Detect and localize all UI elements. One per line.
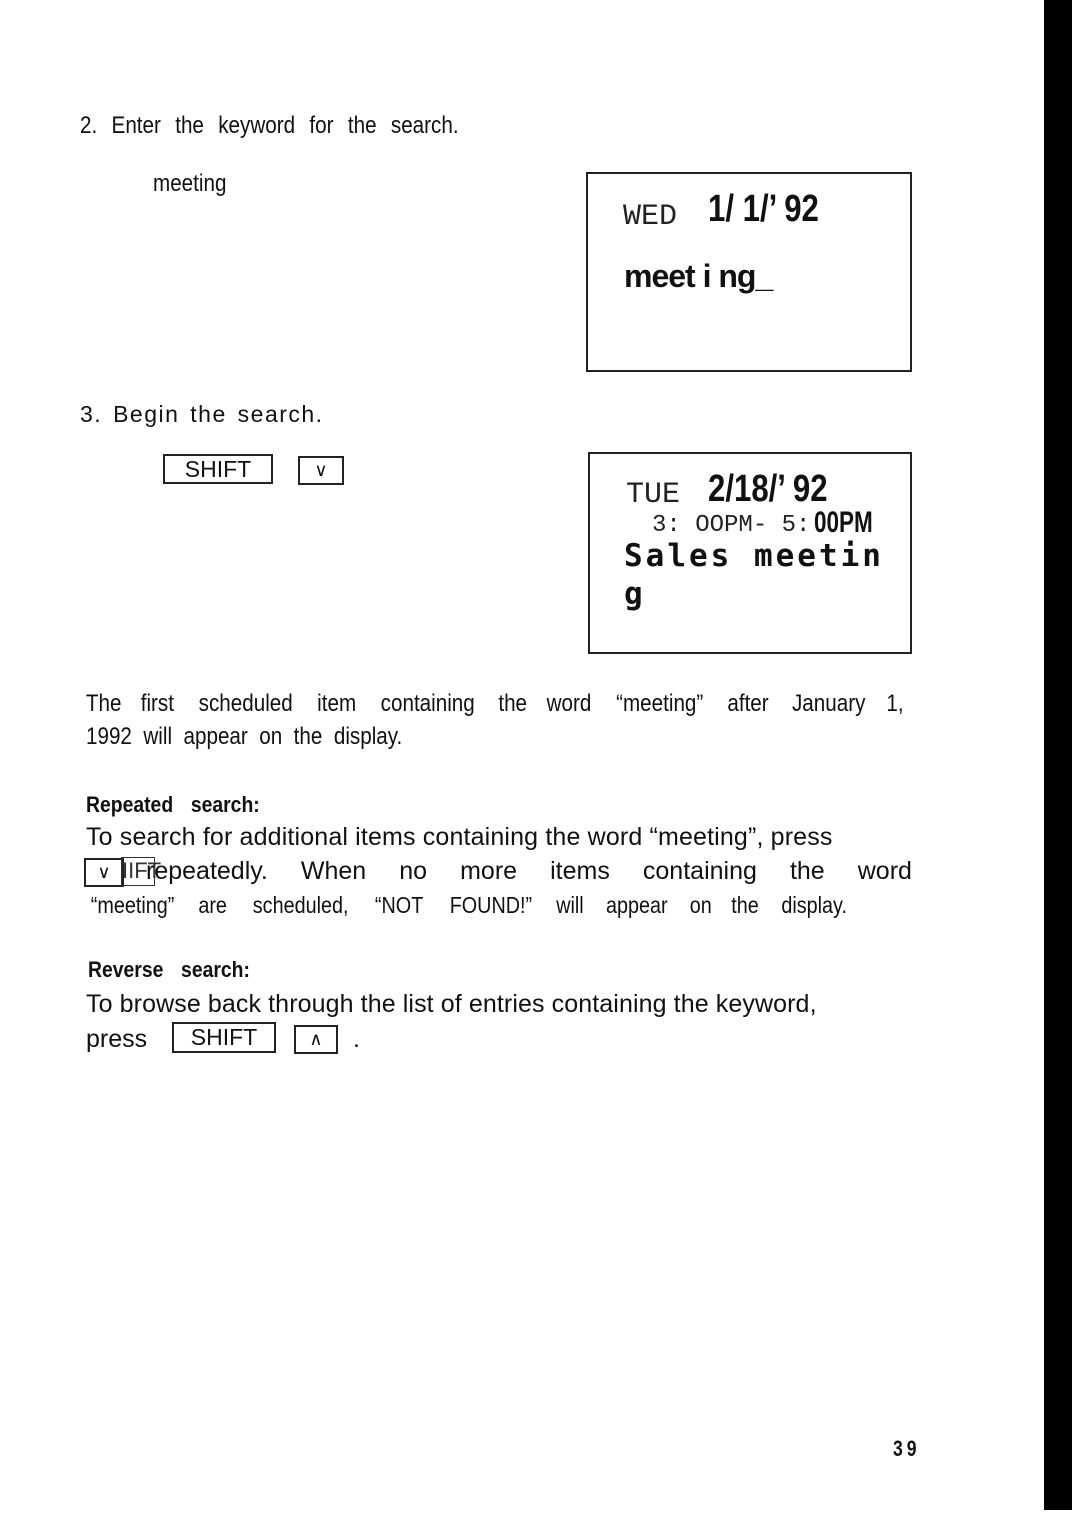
word: The: [85, 690, 122, 717]
lcd-date: 2/18/’ 92: [708, 468, 828, 510]
word: word: [857, 857, 912, 885]
shift-key-label: SHIFT: [184, 455, 252, 482]
description-line-1: The first scheduled item containing the …: [83, 690, 905, 718]
line-2-words: repeatedly. When no more items containin…: [146, 857, 912, 886]
down-arrow-icon: ∨: [314, 460, 328, 480]
page-edge-bar: [1044, 0, 1072, 1510]
down-arrow-icon: ∨: [97, 862, 111, 882]
word: 1,: [886, 690, 904, 717]
trailing-period: .: [353, 1025, 360, 1053]
word: appear: [605, 892, 668, 918]
lcd-display-step2: WED 1/ 1/’ 92 meet i ng_: [586, 172, 912, 372]
description-line-2: 1992 will appear on the display.: [86, 723, 403, 750]
lcd-time-end: 00PM: [814, 506, 873, 539]
keyword-example: meeting: [153, 170, 227, 197]
word: repeatedly.: [146, 857, 268, 885]
shift-key: SHIFT: [172, 1022, 276, 1053]
lcd-display-step3: TUE 2/18/’ 92 3: OOPM- 5: 00PM Sales mee…: [588, 452, 912, 654]
up-arrow-key: ∧: [294, 1025, 338, 1054]
down-arrow-key: ∨: [298, 456, 344, 485]
word: on: [689, 892, 712, 918]
step-2-instruction: 2. Enter the keyword for the search.: [80, 112, 459, 139]
step-3-instruction: 3. Begin the search.: [80, 401, 324, 427]
word: containing: [380, 690, 475, 717]
word: the: [789, 857, 825, 885]
lcd-entry-line2: g: [624, 576, 646, 612]
word: the: [498, 690, 528, 717]
word: FOUND!”: [449, 892, 532, 918]
word: item: [316, 690, 356, 717]
word: scheduled,: [252, 892, 349, 918]
word: no: [399, 857, 428, 885]
down-arrow-key: ∨: [84, 858, 124, 887]
lcd-time-start: 3: OOPM- 5:: [652, 512, 811, 539]
word: will: [555, 892, 584, 918]
lcd-entry-line1: Sales meetin: [624, 538, 884, 574]
repeated-search-line-3: “meeting” are scheduled, “NOT FOUND!” wi…: [84, 892, 852, 919]
up-arrow-icon: ∧: [309, 1029, 323, 1049]
page-number: 39: [893, 1436, 921, 1461]
word: after: [727, 690, 769, 717]
word: scheduled: [198, 690, 293, 717]
word: more: [460, 857, 518, 885]
word: the: [730, 892, 759, 918]
word: items: [550, 857, 610, 885]
word: display.: [781, 892, 847, 918]
reverse-search-heading: Reverse search:: [88, 957, 250, 982]
word: When: [300, 857, 367, 885]
word: “meeting”: [90, 892, 175, 918]
word: “NOT: [375, 892, 424, 918]
shift-key: SHIFT: [163, 454, 273, 484]
lcd-day: TUE: [626, 478, 681, 512]
reverse-search-line-1: To browse back through the list of entri…: [86, 990, 817, 1018]
word: January: [791, 690, 866, 717]
repeated-search-line-1: To search for additional items containin…: [86, 823, 833, 851]
press-label: press: [86, 1025, 148, 1053]
lcd-day: WED: [623, 200, 678, 234]
lcd-date: 1/ 1/’ 92: [708, 188, 819, 230]
repeated-search-line-2: ∨ IIFT repeatedly. When no more items co…: [84, 857, 912, 887]
word: “meeting”: [615, 690, 704, 717]
word: are: [198, 892, 228, 918]
repeated-search-heading: Repeated search:: [86, 792, 260, 817]
word: word: [546, 690, 592, 717]
lcd-entry: meet i ng_: [624, 258, 773, 294]
word: containing: [642, 857, 757, 885]
shift-key-label: SHIFT: [190, 1024, 258, 1050]
word: first: [140, 690, 175, 717]
